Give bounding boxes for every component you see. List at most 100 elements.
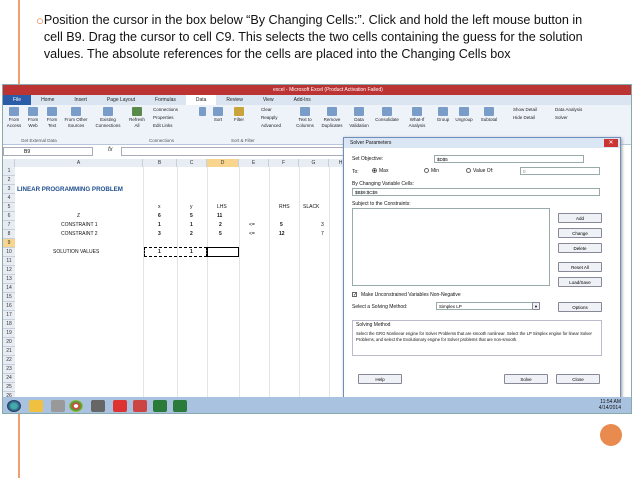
data-validation-button[interactable]: Data Validation	[347, 107, 371, 129]
start-icon[interactable]	[7, 400, 21, 412]
row-header[interactable]: 17	[3, 311, 15, 320]
cell-c2-y[interactable]: 2	[190, 230, 193, 239]
row-header[interactable]: 12	[3, 266, 15, 275]
cell-c1-slack[interactable]: 3	[321, 221, 324, 230]
cell-c2-operator[interactable]: <=	[249, 230, 255, 239]
close-icon[interactable]: ✕	[604, 139, 618, 147]
row-header[interactable]: 10	[3, 248, 15, 257]
cell-c2-slack[interactable]: 7	[321, 230, 324, 239]
cell-slack-header[interactable]: SLACK	[303, 203, 319, 212]
tab-page-layout[interactable]: Page Layout	[97, 95, 145, 105]
text-to-columns-button[interactable]: Text to Columns	[293, 107, 317, 129]
show-detail-button[interactable]: Show Detail	[513, 107, 537, 113]
sort-az-button[interactable]	[196, 107, 208, 117]
row-header[interactable]: 5	[3, 203, 15, 212]
spreadsheet-grid[interactable]: A B C D E F G H 1 2 3 4 5 6 7 8 9 10 11 …	[3, 159, 353, 409]
cell-constraint1-label[interactable]: CONSTRAINT 1	[61, 221, 98, 230]
ungroup-button[interactable]: Ungroup	[453, 107, 475, 123]
folder-icon[interactable]	[29, 400, 43, 412]
data-analysis-button[interactable]: Data Analysis	[555, 107, 582, 113]
column-header-c[interactable]: C	[177, 159, 207, 167]
cell-title[interactable]: LINEAR PROGRAMMING PROBLEM	[17, 185, 123, 194]
column-header-a[interactable]: A	[15, 159, 143, 167]
row-header[interactable]: 24	[3, 374, 15, 383]
cell-y-header[interactable]: y	[190, 203, 193, 212]
cell-z-lhs[interactable]: 11	[217, 212, 222, 221]
close-button[interactable]: Close	[556, 374, 600, 384]
tab-home[interactable]: Home	[31, 95, 64, 105]
cell-c1-rhs[interactable]: 5	[280, 221, 283, 230]
cell-solution-values-label[interactable]: SOLUTION VALUES	[53, 248, 99, 257]
column-header-d[interactable]: D	[207, 159, 239, 167]
connections-button[interactable]: Connections	[153, 107, 178, 113]
load-save-button[interactable]: Load/Save	[558, 277, 602, 287]
set-objective-input[interactable]: $D$5	[434, 155, 584, 163]
delete-button[interactable]: Delete	[558, 243, 602, 253]
cell-c2-rhs[interactable]: 12	[279, 230, 285, 239]
powerpoint-icon[interactable]	[133, 400, 147, 412]
changing-cells-input[interactable]: $B$9:$C$9	[352, 188, 600, 196]
cell-c1-y[interactable]: 1	[190, 221, 193, 230]
app-icon[interactable]	[91, 400, 105, 412]
tab-insert[interactable]: Insert	[64, 95, 97, 105]
cell-z-x[interactable]: 6	[158, 212, 161, 221]
row-header[interactable]: 11	[3, 257, 15, 266]
cell-c1-x[interactable]: 1	[158, 221, 161, 230]
tab-view[interactable]: View	[253, 95, 284, 105]
cell-z-label[interactable]: Z	[77, 212, 80, 221]
cell-constraint2-label[interactable]: CONSTRAINT 2	[61, 230, 98, 239]
name-box[interactable]: B9	[3, 147, 93, 156]
constraints-list[interactable]	[352, 208, 550, 286]
solving-method-select[interactable]: Simplex LP	[436, 302, 540, 310]
row-header[interactable]: 7	[3, 221, 15, 230]
column-header-e[interactable]: E	[239, 159, 269, 167]
from-web-button[interactable]: From Web	[24, 107, 42, 129]
remove-duplicates-button[interactable]: Remove Duplicates	[319, 107, 345, 129]
select-all-corner[interactable]	[3, 159, 15, 167]
column-header-g[interactable]: G	[299, 159, 329, 167]
formula-bar[interactable]	[121, 147, 351, 156]
row-header[interactable]: 14	[3, 284, 15, 293]
row-header[interactable]: 20	[3, 338, 15, 347]
cell-c2-lhs[interactable]: 5	[219, 230, 222, 239]
value-of-input[interactable]: 0	[520, 167, 600, 175]
row-header[interactable]: 18	[3, 320, 15, 329]
row-header[interactable]: 1	[3, 167, 15, 176]
existing-connections-button[interactable]: Existing Connections	[93, 107, 123, 129]
refresh-all-button[interactable]: Refresh All	[127, 107, 147, 129]
row-header[interactable]: 25	[3, 383, 15, 392]
sort-button[interactable]: Sort	[211, 107, 225, 123]
cell-x-header[interactable]: x	[158, 203, 161, 212]
chrome-icon[interactable]	[69, 400, 83, 412]
solve-button[interactable]: Solve	[504, 374, 548, 384]
filter-button[interactable]: Filter	[231, 107, 247, 123]
cell-c1-lhs[interactable]: 2	[219, 221, 222, 230]
chevron-down-icon[interactable]: ▼	[532, 302, 540, 310]
max-radio[interactable]: Max	[372, 168, 388, 174]
acrobat-icon[interactable]	[113, 400, 127, 412]
group-button[interactable]: Group	[435, 107, 451, 123]
row-header[interactable]: 9	[3, 239, 15, 248]
add-button[interactable]: Add	[558, 213, 602, 223]
from-text-button[interactable]: From Text	[43, 107, 61, 129]
what-if-analysis-button[interactable]: What-If Analysis	[405, 107, 429, 129]
column-header-f[interactable]: F	[269, 159, 299, 167]
row-header[interactable]: 19	[3, 329, 15, 338]
row-header[interactable]: 16	[3, 302, 15, 311]
tab-formulas[interactable]: Formulas	[145, 95, 186, 105]
row-header[interactable]: 22	[3, 356, 15, 365]
edit-links-button[interactable]: Edit Links	[153, 123, 173, 129]
value-of-radio[interactable]: Value Of:	[466, 168, 493, 174]
consolidate-button[interactable]: Consolidate	[373, 107, 401, 123]
cell-b9[interactable]: 1	[158, 248, 161, 257]
row-header[interactable]: 6	[3, 212, 15, 221]
excel-icon[interactable]	[153, 400, 167, 412]
solver-button[interactable]: Solver	[555, 115, 568, 121]
cell-c1-operator[interactable]: <=	[249, 221, 255, 230]
taskbar-clock[interactable]: 11:54 AM 4/14/2014	[599, 399, 621, 411]
row-header[interactable]: 2	[3, 176, 15, 185]
reapply-button[interactable]: Reapply	[261, 115, 278, 121]
column-header-b[interactable]: B	[143, 159, 177, 167]
row-header[interactable]: 23	[3, 365, 15, 374]
row-header[interactable]: 15	[3, 293, 15, 302]
